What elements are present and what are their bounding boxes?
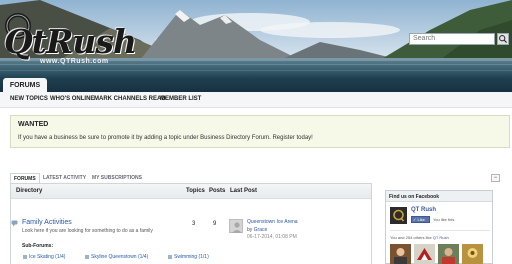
search-input[interactable]: Search (409, 33, 495, 45)
facebook-like-count: You and 254 others like QT Rush (390, 235, 449, 240)
like-count-prefix: You and 254 others like (390, 235, 432, 240)
fan-avatar-thumbnail[interactable] (462, 244, 483, 264)
forum-posts-count: 9 (213, 221, 217, 227)
qtrush-page-icon (390, 207, 407, 224)
forum-topics-count: 3 (192, 221, 196, 227)
subnav-member-list[interactable]: MEMBER LIST (160, 96, 201, 102)
last-post-author-link[interactable]: Grace (254, 227, 268, 233)
facebook-page-name[interactable]: QT Rush (411, 207, 436, 213)
tab-forums-list[interactable]: FORUMS (10, 173, 40, 183)
like-label: Like (417, 217, 425, 222)
notice-title: WANTED (18, 121, 49, 128)
subnav-new-topics[interactable]: NEW TOPICS (10, 96, 48, 102)
tab-my-subscriptions[interactable]: MY SUBSCRIPTIONS (89, 173, 145, 183)
facebook-widget-heading: Find us on Facebook (386, 191, 492, 202)
like-count-page-link[interactable]: QT Rush (433, 235, 449, 240)
search-icon (499, 35, 508, 44)
facebook-like-status: You like this. (433, 217, 456, 222)
subforum-icon (85, 254, 89, 259)
subforums-label: Sub-Forums: (22, 243, 54, 249)
notice-text: If you have a business be sure to promot… (18, 135, 313, 141)
forum-title-link[interactable]: Family Activities (22, 219, 72, 226)
fan-avatar-thumbnail[interactable] (414, 244, 435, 264)
avatar[interactable] (229, 219, 243, 233)
site-logo[interactable]: QtRush www.QTRush.com (4, 12, 137, 72)
sub-navigation: NEW TOPICS WHO'S ONLINE MARK CHANNELS RE… (0, 92, 512, 108)
collapse-sidebar-button[interactable]: − (491, 174, 500, 182)
user-silhouette-icon (232, 222, 242, 233)
last-post-by-prefix: by (247, 227, 253, 233)
facebook-widget: Find us on Facebook QT Rush ✓ Like You l… (385, 190, 493, 264)
subforum-label: Skyline Queenstown (1/4) (91, 254, 149, 260)
forum-tabs: FORUMS LATEST ACTIVITY MY SUBSCRIPTIONS (10, 173, 372, 183)
forum-chat-icon (11, 220, 18, 227)
forum-table-header: Directory Topics Posts Last Post (11, 184, 371, 199)
forum-description: Look here if you are looking for somethi… (22, 228, 153, 234)
search-button[interactable] (497, 33, 509, 45)
logo-url: www.QTRush.com (40, 58, 109, 65)
subforum-icon (23, 254, 27, 259)
header-topics: Topics (186, 188, 205, 194)
header-last-post: Last Post (230, 188, 258, 194)
last-post-title-link[interactable]: Queenstown Ice Arena (247, 219, 298, 225)
facebook-page-logo[interactable] (390, 207, 407, 224)
subforum-link[interactable]: Swimming (1/1) (168, 254, 209, 260)
subnav-whos-online[interactable]: WHO'S ONLINE (50, 96, 94, 102)
last-post-author: by Grace (247, 227, 267, 233)
header-banner: QtRush www.QTRush.com Search (0, 0, 512, 78)
header-directory: Directory (16, 188, 43, 194)
notice-box: WANTED If you have a business be sure to… (10, 115, 510, 148)
subforum-label: Swimming (1/1) (174, 254, 209, 260)
last-post-date: 06-17-2014, 01:08 PM (247, 234, 297, 240)
main-nav-bar (0, 78, 512, 92)
subforum-icon (168, 254, 172, 259)
subforum-link[interactable]: Ice Skating (1/4) (23, 254, 65, 260)
tab-latest-activity[interactable]: LATEST ACTIVITY (40, 173, 89, 183)
fan-avatar-thumbnail[interactable] (438, 244, 459, 264)
thumbs-up-icon: ✓ (413, 217, 417, 222)
fan-avatar-thumbnail[interactable] (390, 244, 411, 264)
header-posts: Posts (209, 188, 226, 194)
subforum-link[interactable]: Skyline Queenstown (1/4) (85, 254, 148, 260)
subforum-label: Ice Skating (1/4) (29, 254, 66, 260)
subnav-mark-channels-read[interactable]: MARK CHANNELS READ (94, 96, 166, 102)
facebook-like-button[interactable]: ✓ Like (411, 216, 430, 223)
divider (390, 230, 490, 231)
logo-text: QtRush (4, 22, 137, 61)
